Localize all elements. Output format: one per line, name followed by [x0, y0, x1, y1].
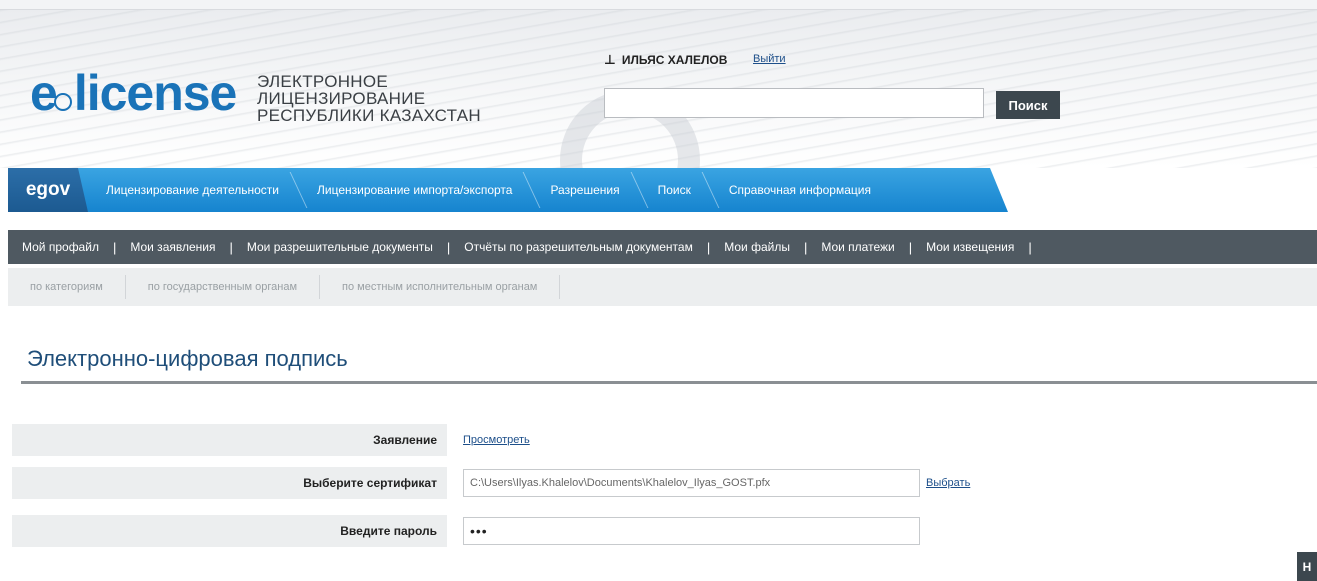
nav-permit-reports[interactable]: Отчёты по разрешительным документам	[450, 240, 707, 254]
elicense-logo[interactable]: e license	[30, 58, 238, 128]
subnav-by-category[interactable]: по категориям	[8, 275, 126, 299]
logout-link[interactable]: Выйти	[753, 53, 786, 65]
egov-logo[interactable]: egov	[8, 168, 88, 212]
next-button-partial[interactable]: Н	[1297, 552, 1317, 581]
egov-nav-licensing[interactable]: Лицензирование деятельности	[88, 168, 299, 212]
application-value-cell: Просмотреть	[447, 424, 1317, 456]
user-icon: ⊥	[604, 52, 616, 67]
password-field[interactable]	[463, 517, 920, 545]
egov-nav-import-export[interactable]: Лицензирование импорта/экспорта	[299, 168, 532, 212]
sub-nav: по категориям по государственным органам…	[8, 268, 1317, 306]
nav-my-applications[interactable]: Мои заявления	[116, 240, 229, 254]
password-value-cell	[447, 515, 1317, 547]
application-label: Заявление	[12, 424, 447, 456]
logo-ring-icon	[53, 93, 72, 111]
search-input[interactable]	[604, 88, 984, 118]
title-divider	[21, 381, 1317, 384]
password-label: Введите пароль	[12, 515, 447, 547]
certificate-path-field[interactable]	[463, 469, 920, 497]
search-button[interactable]: Поиск	[996, 91, 1060, 119]
nav-my-payments[interactable]: Мои платежи	[807, 240, 908, 254]
form-row-certificate: Выберите сертификат Выбрать	[12, 466, 1317, 500]
egov-nav-reference[interactable]: Справочная информация	[711, 168, 891, 212]
main-nav: Мой профайл | Мои заявления | Мои разреш…	[8, 230, 1317, 264]
nav-my-permits[interactable]: Мои разрешительные документы	[233, 240, 447, 254]
nav-my-files[interactable]: Мои файлы	[710, 240, 804, 254]
logo-letter-e: e	[30, 65, 58, 121]
subnav-by-local-bodies[interactable]: по местным исполнительным органам	[320, 275, 561, 299]
nav-my-notifications[interactable]: Мои извещения	[912, 240, 1028, 254]
tagline-line-1: ЭЛЕКТРОННОЕ ЛИЦЕНЗИРОВАНИЕ	[257, 72, 426, 108]
nav-my-profile[interactable]: Мой профайл	[8, 240, 113, 254]
user-name: ИЛЬЯС ХАЛЕЛОВ	[621, 53, 728, 67]
tagline-line-2: РЕСПУБЛИКИ КАЗАХСТАН	[257, 106, 481, 125]
logo-wordmark: license	[73, 65, 238, 121]
choose-certificate-link[interactable]: Выбрать	[926, 477, 970, 489]
site-tagline: ЭЛЕКТРОННОЕ ЛИЦЕНЗИРОВАНИЕ РЕСПУБЛИКИ КА…	[257, 73, 547, 124]
certificate-label: Выберите сертификат	[12, 467, 447, 499]
egov-nav-permits[interactable]: Разрешения	[532, 168, 639, 212]
egov-nav-search[interactable]: Поиск	[640, 168, 711, 212]
subnav-by-state-bodies[interactable]: по государственным органам	[126, 275, 321, 299]
page-title: Электронно-цифровая подпись	[27, 346, 348, 371]
form-row-application: Заявление Просмотреть	[12, 423, 1317, 457]
form-row-password: Введите пароль	[12, 514, 1317, 548]
nav-separator: |	[1028, 239, 1032, 255]
site-header: e license ЭЛЕКТРОННОЕ ЛИЦЕНЗИРОВАНИЕ РЕСП…	[0, 0, 1317, 168]
view-application-link[interactable]: Просмотреть	[463, 434, 530, 446]
certificate-value-cell: Выбрать	[447, 467, 1317, 499]
user-info: ⊥ ИЛЬЯС ХАЛЕЛОВ	[604, 52, 727, 68]
egov-nav: egov Лицензирование деятельности Лицензи…	[8, 168, 1008, 212]
top-border	[0, 0, 1317, 10]
